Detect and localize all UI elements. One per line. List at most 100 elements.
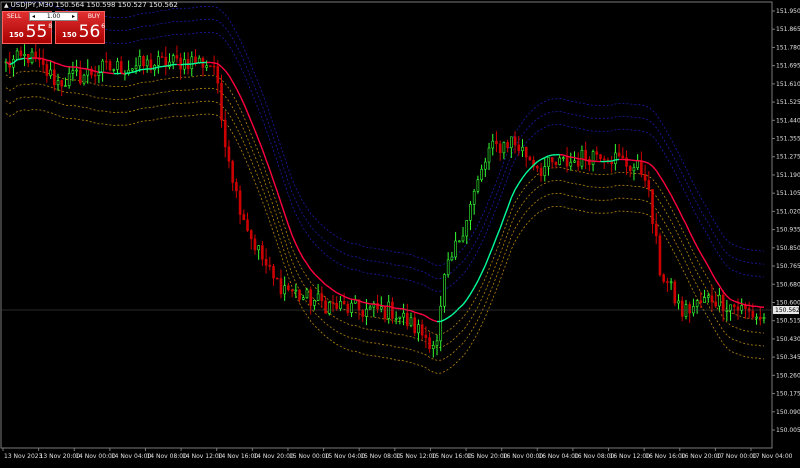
candle-body bbox=[566, 158, 568, 167]
candle-body bbox=[503, 142, 505, 152]
lot-size-stepper[interactable]: ◂ 1.00 ▸ bbox=[29, 12, 78, 21]
candle-body bbox=[752, 311, 754, 317]
candle-body bbox=[287, 286, 289, 290]
ma-segment bbox=[129, 72, 133, 73]
ma-segment bbox=[47, 60, 51, 61]
time-tick-label: 16 Nov 08:00 bbox=[574, 453, 615, 460]
ma-segment bbox=[21, 58, 25, 59]
candle-body bbox=[536, 166, 538, 168]
candle-body bbox=[447, 260, 449, 275]
ma-segment bbox=[326, 285, 330, 288]
candle-body bbox=[730, 305, 732, 311]
candle-body bbox=[663, 275, 665, 282]
candle-body bbox=[72, 71, 74, 74]
price-tick-label: 150.090 bbox=[776, 409, 800, 416]
ma-segment bbox=[25, 58, 29, 59]
ma-segment bbox=[448, 315, 452, 318]
candle-body bbox=[600, 155, 602, 159]
candle-body bbox=[53, 70, 55, 85]
candle-body bbox=[488, 148, 490, 162]
candle-body bbox=[313, 300, 315, 305]
candle-body bbox=[261, 246, 263, 259]
ma-segment bbox=[667, 189, 671, 195]
candle-body bbox=[310, 290, 312, 306]
ma-segment bbox=[586, 160, 590, 161]
candle-body bbox=[83, 75, 85, 83]
time-tick-label: 15 Nov 00:00 bbox=[289, 453, 330, 460]
price-tick-label: 150.680 bbox=[776, 281, 800, 288]
candle-body bbox=[213, 66, 215, 67]
candle-body bbox=[94, 75, 96, 76]
candle-body bbox=[61, 81, 63, 87]
candle-body bbox=[425, 335, 427, 337]
candle-body bbox=[321, 294, 323, 301]
candle-body bbox=[451, 257, 453, 260]
ma-segment bbox=[548, 155, 552, 156]
candle-body bbox=[406, 313, 408, 325]
candle-body bbox=[142, 56, 144, 65]
ma-segment bbox=[344, 296, 348, 298]
price-tick-label: 150.175 bbox=[776, 391, 800, 398]
candle-body bbox=[689, 305, 691, 313]
ma-segment bbox=[307, 264, 311, 270]
buy-price-fraction: 6 bbox=[101, 23, 105, 30]
ma-segment bbox=[58, 64, 62, 65]
lot-decrease-icon[interactable]: ◂ bbox=[32, 13, 35, 20]
ma-segment bbox=[91, 70, 95, 71]
candle-body bbox=[585, 150, 587, 159]
ma-segment bbox=[697, 247, 701, 254]
ma-segment bbox=[322, 281, 326, 285]
candle-body bbox=[618, 153, 620, 156]
ma-segment bbox=[693, 240, 697, 247]
time-tick-label: 16 Nov 12:00 bbox=[610, 453, 651, 460]
ma-segment bbox=[731, 300, 735, 302]
ma-segment bbox=[515, 184, 519, 190]
lot-size-value[interactable]: 1.00 bbox=[47, 13, 60, 20]
ma-segment bbox=[400, 309, 404, 310]
ma-segment bbox=[151, 68, 155, 69]
candle-body bbox=[109, 62, 111, 70]
candle-body bbox=[399, 317, 401, 318]
price-tick-label: 150.430 bbox=[776, 336, 800, 343]
candle-body bbox=[339, 301, 341, 308]
candle-body bbox=[637, 161, 639, 168]
candle-body bbox=[76, 70, 78, 71]
ma-segment bbox=[300, 252, 304, 259]
time-tick-label: 17 Nov 00:00 bbox=[716, 453, 757, 460]
candle-body bbox=[469, 204, 471, 220]
ma-segment bbox=[233, 82, 237, 89]
ma-segment bbox=[418, 313, 422, 314]
collapse-triangle-icon[interactable]: ▲ bbox=[4, 2, 9, 9]
candle-body bbox=[644, 174, 646, 180]
candle-body bbox=[507, 142, 509, 147]
candle-body bbox=[640, 161, 642, 175]
ma-segment bbox=[430, 319, 434, 321]
symbol-quote-text: USDJPY,M30 150.564 150.598 150.527 150.5… bbox=[11, 1, 178, 9]
chart-title: ▲USDJPY,M30 150.564 150.598 150.527 150.… bbox=[4, 1, 178, 9]
ma-segment bbox=[615, 159, 619, 160]
lot-increase-icon[interactable]: ▸ bbox=[72, 13, 75, 20]
moving-average bbox=[6, 58, 764, 322]
price-tick-label: 150.260 bbox=[776, 372, 800, 379]
candle-body bbox=[577, 161, 579, 166]
ma-segment bbox=[519, 178, 523, 184]
ma-segment bbox=[311, 269, 315, 273]
ma-segment bbox=[530, 165, 534, 169]
candle-body bbox=[64, 86, 66, 87]
candle-body bbox=[678, 301, 680, 303]
buy-price-prefix: 150 bbox=[62, 31, 77, 39]
ma-segment bbox=[712, 273, 716, 280]
candle-body bbox=[157, 57, 159, 66]
buy-label: BUY bbox=[88, 13, 100, 20]
candle-body bbox=[299, 290, 301, 299]
chart-area[interactable]: 151.950151.865151.780151.695151.610151.5… bbox=[0, 0, 800, 464]
candle-body bbox=[232, 161, 234, 182]
price-tick-label: 151.950 bbox=[776, 8, 800, 15]
ma-segment bbox=[106, 73, 110, 74]
ma-segment bbox=[28, 58, 32, 59]
ma-segment bbox=[671, 195, 675, 202]
candle-body bbox=[276, 278, 278, 279]
ma-segment bbox=[452, 312, 456, 315]
time-tick-label: 13 Nov 2023 bbox=[4, 453, 43, 460]
price-chart[interactable]: 151.950151.865151.780151.695151.610151.5… bbox=[0, 0, 800, 464]
